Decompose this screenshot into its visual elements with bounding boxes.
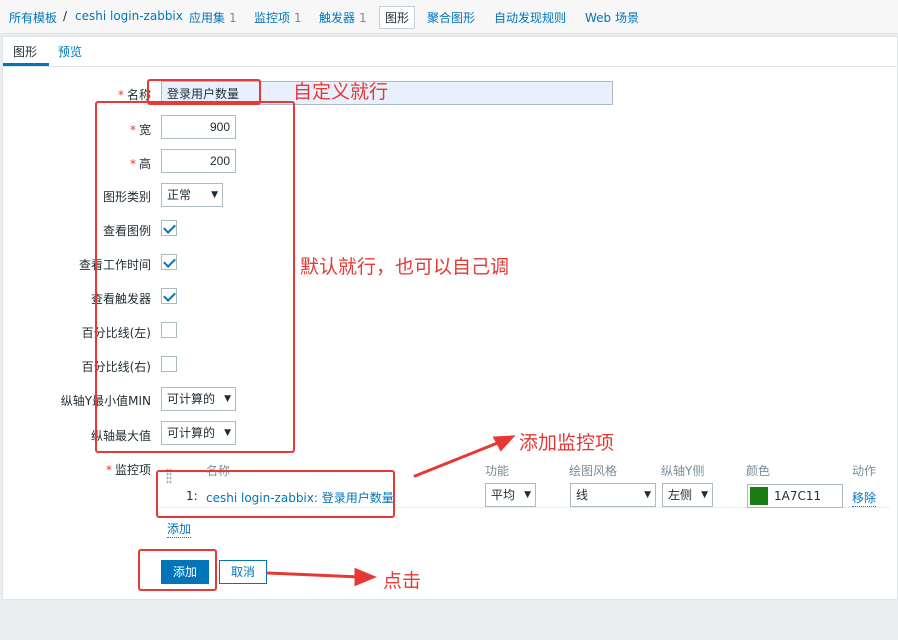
arrow-head-click [354,567,377,587]
arrow-to-add-item-label [413,438,507,478]
arrow-head-add-item [492,435,516,452]
annotation-arrows [266,435,516,587]
arrow-to-click-label [266,571,362,579]
